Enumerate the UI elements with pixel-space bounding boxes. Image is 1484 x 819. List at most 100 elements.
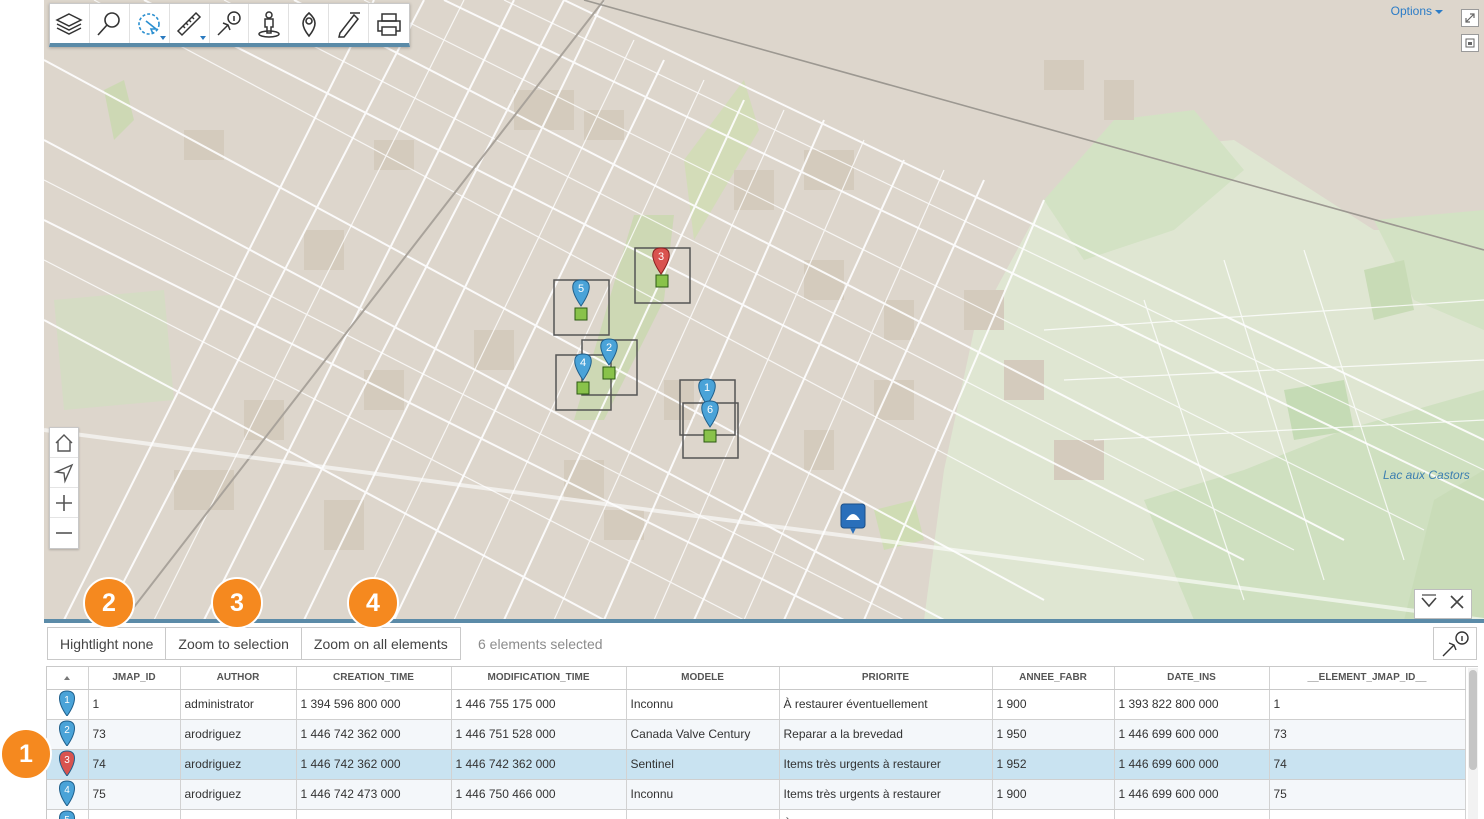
- zoom-out-button[interactable]: [50, 518, 78, 548]
- row-marker-icon: 4: [59, 779, 76, 807]
- table-cell: 1 446 751 514 000: [451, 809, 627, 819]
- selection-icon: [138, 12, 161, 35]
- overview-icon: [1465, 38, 1475, 48]
- fullscreen-button[interactable]: [1461, 9, 1479, 27]
- search-button[interactable]: [90, 4, 130, 43]
- info-select-icon: [1442, 630, 1469, 656]
- table-cell: 1 446 699 600 000: [1114, 749, 1270, 780]
- table-row[interactable]: 3 74 arodriguez 1 446 742 362 000 1 446 742 …: [47, 749, 1466, 780]
- streetview-button[interactable]: [249, 4, 290, 43]
- table-cell: 1 446 742 362 000: [451, 749, 627, 780]
- options-menu[interactable]: Options: [1391, 4, 1443, 18]
- column-header[interactable]: CREATION_TIME: [296, 667, 452, 690]
- zoom-to-selection-button[interactable]: Zoom to selection: [166, 628, 302, 659]
- print-button[interactable]: [369, 4, 409, 43]
- table-cell: 1 446 751 528 000: [451, 719, 627, 750]
- table-cell: 1 900: [992, 779, 1115, 810]
- row-marker-icon: 3: [59, 749, 76, 777]
- table-cell: 74: [1269, 749, 1466, 780]
- column-header[interactable]: JMAP_ID: [88, 667, 181, 690]
- selection-button[interactable]: [130, 4, 170, 43]
- row-marker-icon: 5: [59, 809, 76, 819]
- map-marker-label: 1: [704, 382, 710, 394]
- row-marker-label: 2: [64, 725, 70, 736]
- collapse-panel-button[interactable]: [1419, 592, 1439, 617]
- map-marker-label: 6: [707, 404, 713, 416]
- table-cell: Sentinel: [626, 749, 780, 780]
- table-cell: Canada Valve Century: [626, 809, 780, 819]
- column-header[interactable]: __ELEMENT_JMAP_ID__: [1269, 667, 1466, 690]
- search-icon: [97, 11, 121, 36]
- table-scrollbar[interactable]: [1468, 668, 1478, 819]
- zoom-in-icon: [56, 494, 72, 511]
- table-row[interactable]: 2 73 arodriguez 1 446 742 362 000 1 446 751 …: [47, 719, 1466, 750]
- column-header[interactable]: AUTHOR: [180, 667, 297, 690]
- table-cell: 75: [1269, 779, 1466, 810]
- column-header[interactable]: MODIFICATION_TIME: [451, 667, 627, 690]
- close-panel-button[interactable]: [1447, 592, 1467, 617]
- scrollbar-thumb[interactable]: [1469, 670, 1477, 770]
- table-cell: 1 950: [992, 719, 1115, 750]
- column-header[interactable]: ANNEE_FABR: [992, 667, 1115, 690]
- table-row[interactable]: 4 75 arodriguez 1 446 742 473 000 1 446 750 …: [47, 779, 1466, 810]
- streetview-icon: [258, 10, 280, 38]
- map-marker-label: 4: [580, 357, 586, 369]
- row-pin-cell[interactable]: 2: [47, 719, 89, 750]
- measure-button[interactable]: [170, 4, 210, 43]
- layers-button[interactable]: [50, 4, 90, 43]
- selection-actions: Hightlight none Zoom to selection Zoom o…: [47, 627, 461, 660]
- row-pin-cell[interactable]: 1: [47, 689, 89, 720]
- map-view[interactable]: 5 3 2 4 1 6 Lac aux Castors: [44, 0, 1484, 620]
- table-cell: 1 952: [992, 749, 1115, 780]
- table-row[interactable]: 578arodriguez1 446 751 264 0001 446 751 …: [47, 809, 1466, 819]
- row-pin-cell[interactable]: 5: [47, 809, 89, 819]
- column-header[interactable]: PRIORITE: [779, 667, 993, 690]
- location-button[interactable]: [289, 4, 330, 43]
- table-cell: arodriguez: [180, 749, 297, 780]
- table-cell: arodriguez: [180, 779, 297, 810]
- table-cell: À restaurer éventuellement: [779, 809, 993, 819]
- column-header[interactable]: MODELE: [626, 667, 780, 690]
- table-cell: 1 446 750 466 000: [451, 779, 627, 810]
- locate-icon: [53, 463, 74, 484]
- info-icon: [217, 10, 241, 36]
- close-icon: [1450, 594, 1464, 609]
- print-icon: [377, 12, 401, 36]
- highlight-none-button[interactable]: Hightlight none: [48, 628, 167, 659]
- select-info-button[interactable]: [1433, 627, 1477, 660]
- table-cell: 73: [88, 719, 181, 750]
- chevron-down-icon: [1421, 593, 1437, 607]
- panel-controls: [1414, 589, 1472, 619]
- locate-button[interactable]: [50, 458, 78, 488]
- table-cell: 1 394 596 800 000: [296, 689, 452, 720]
- table-cell: Inconnu: [626, 779, 780, 810]
- row-marker-icon: 1: [59, 689, 76, 717]
- row-pin-cell[interactable]: 3: [47, 749, 89, 780]
- overview-button[interactable]: [1461, 34, 1479, 52]
- expand-icon: [1465, 13, 1475, 23]
- column-header[interactable]: DATE_INS: [1114, 667, 1270, 690]
- zoom-all-elements-button[interactable]: Zoom on all elements: [301, 628, 460, 659]
- map-marker-label: 2: [606, 342, 612, 354]
- app-root: 5 3 2 4 1 6 Lac aux Castors Options High…: [0, 0, 1484, 819]
- draw-button[interactable]: [329, 4, 370, 43]
- info-button[interactable]: [210, 4, 250, 43]
- sort-column-header[interactable]: [47, 667, 89, 690]
- table-cell: 1: [88, 689, 181, 720]
- row-marker-label: 4: [64, 785, 70, 796]
- zoom-in-button[interactable]: [50, 488, 78, 518]
- table-cell: 1 446 742 473 000: [296, 779, 452, 810]
- map-nav-controls: [49, 427, 79, 549]
- table-cell: Inconnu: [626, 689, 780, 720]
- row-marker-icon: 2: [59, 719, 76, 747]
- row-pin-cell[interactable]: 4: [47, 779, 89, 810]
- table-cell: 1 907: [992, 809, 1115, 819]
- callout-badge: 4: [347, 577, 399, 629]
- table-cell: 78: [88, 809, 181, 819]
- table-row[interactable]: 1 1 administrator 1 394 596 800 000 1 446 75…: [47, 689, 1466, 720]
- table-cell: 1 446 751 264 000: [296, 809, 452, 819]
- callout-badge: 3: [211, 577, 263, 629]
- home-button[interactable]: [50, 428, 78, 458]
- map-base-layer: 5 3 2 4 1 6: [44, 0, 1484, 620]
- table-cell: 78: [1269, 809, 1466, 819]
